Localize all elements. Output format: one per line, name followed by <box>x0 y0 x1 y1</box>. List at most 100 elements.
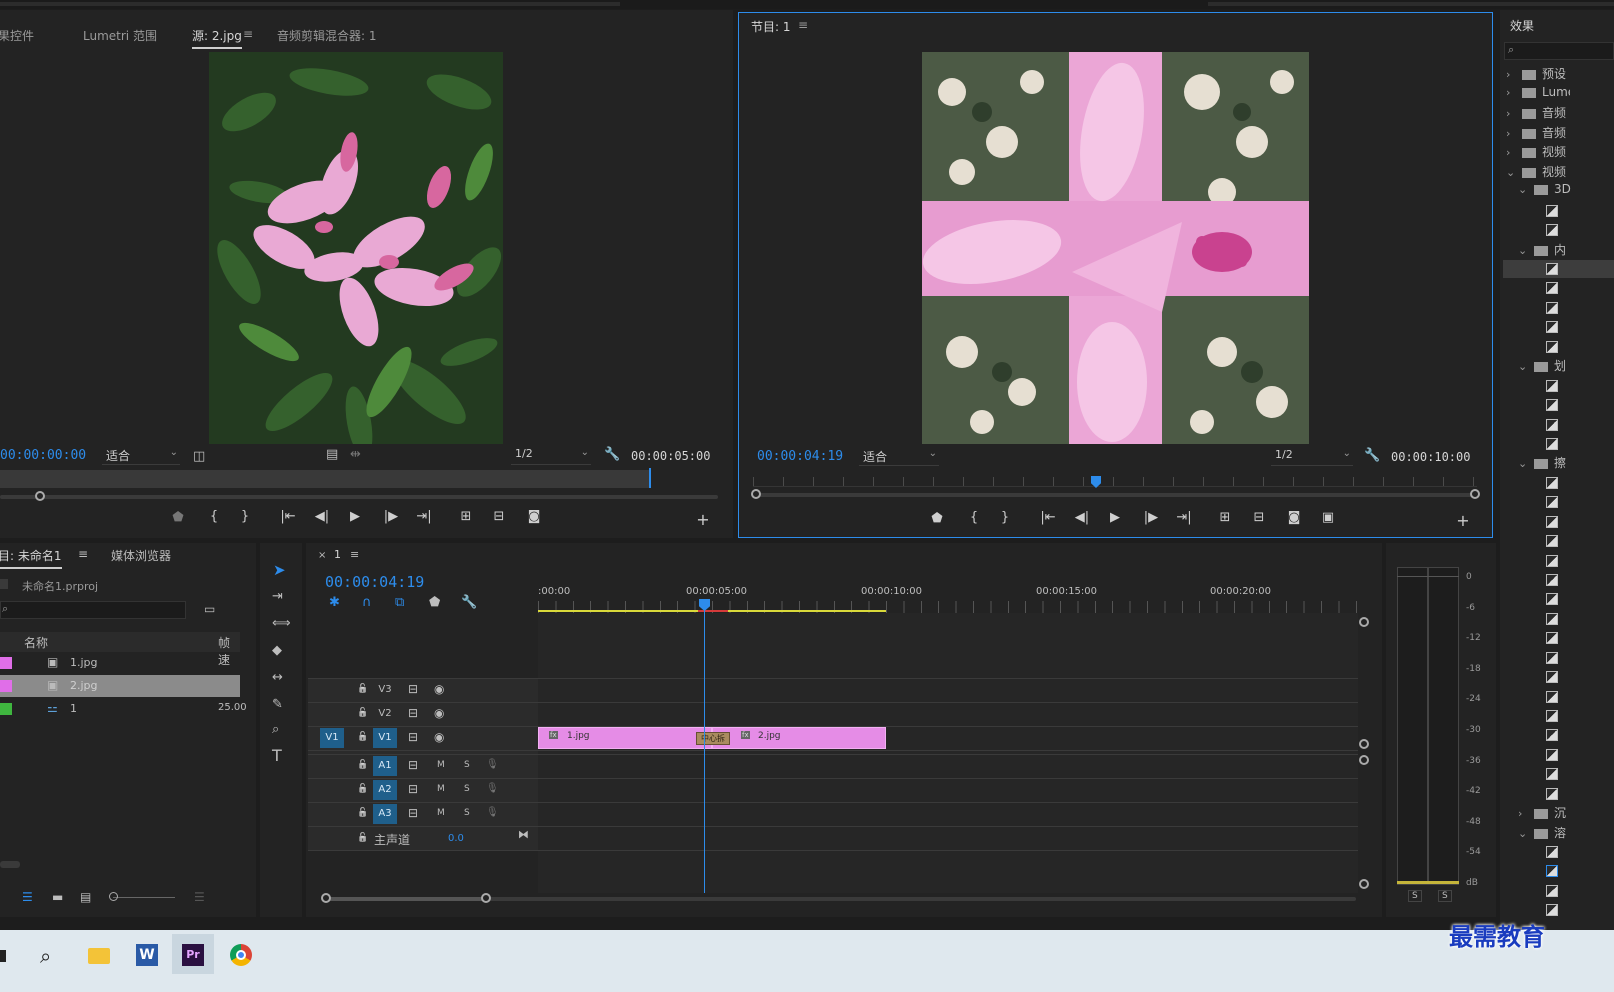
chevron-down-icon[interactable]: ⌄ <box>1518 244 1530 257</box>
add-marker-icon[interactable]: ⬟ <box>928 511 946 526</box>
transition-preset-icon[interactable] <box>1546 885 1558 897</box>
list-view-icon[interactable]: ☰ <box>22 890 33 904</box>
transition-preset-icon[interactable] <box>1546 380 1558 392</box>
source-fit-dropdown[interactable]: 适合 ⌄ <box>102 447 180 465</box>
transition-preset-icon[interactable] <box>1546 710 1558 722</box>
effects-folder-chen[interactable]: › 沉 <box>1518 804 1582 824</box>
chevron-down-icon[interactable]: ⌄ <box>1506 166 1518 179</box>
mark-out-icon[interactable]: } <box>996 510 1014 525</box>
program-zoom-bar[interactable] <box>753 493 1477 497</box>
scroll-handle-icon[interactable] <box>1359 755 1369 765</box>
tab-source[interactable]: 源: 2.jpg <box>192 27 242 49</box>
track-lock-icon[interactable]: 🔓 <box>357 684 368 694</box>
effects-search-input[interactable]: ⌕ <box>1504 42 1614 60</box>
label-color-swatch[interactable] <box>0 680 12 692</box>
sync-lock-icon[interactable]: ⊟ <box>408 682 418 696</box>
transition-preset-icon[interactable] <box>1546 302 1558 314</box>
step-back-icon[interactable]: ◀| <box>313 509 331 524</box>
chevron-down-icon[interactable]: ⌄ <box>1518 360 1530 373</box>
insert-clip-icon[interactable]: ▤ <box>326 448 338 462</box>
go-to-in-icon[interactable]: |⇤ <box>1039 510 1057 525</box>
play-icon[interactable]: ▶ <box>1106 510 1124 525</box>
settings-panel-icon[interactable]: ◫ <box>193 450 205 464</box>
start-icon[interactable] <box>0 950 6 962</box>
type-tool-icon[interactable]: T <box>272 748 282 764</box>
export-frame-icon[interactable]: ◙ <box>525 509 543 524</box>
project-list-item[interactable]: ▣ 1.jpg <box>0 652 240 674</box>
solo-button[interactable]: S <box>464 784 470 794</box>
microphone-icon[interactable]: 🎙 <box>486 759 499 770</box>
step-forward-icon[interactable]: |▶ <box>382 509 400 524</box>
transition-preset-icon[interactable] <box>1546 419 1558 431</box>
scroll-handle-icon[interactable] <box>1359 617 1369 627</box>
effects-folder-1[interactable]: › Lume <box>1506 85 1570 105</box>
scroll-handle-icon[interactable] <box>1359 879 1369 889</box>
effects-folder-rong[interactable]: ⌄ 溶 <box>1518 824 1582 844</box>
column-name[interactable]: 名称 <box>24 634 48 651</box>
zoom-handle-icon[interactable] <box>35 491 45 501</box>
project-list-item[interactable]: ⚍ 1 25.00 <box>0 698 247 720</box>
selection-tool-icon[interactable]: ➤ <box>273 563 286 578</box>
effects-folder-3[interactable]: › 音频 <box>1506 124 1570 144</box>
transition-preset-icon[interactable] <box>1546 341 1558 353</box>
sort-icon[interactable]: ☰ <box>194 890 205 904</box>
program-ruler[interactable] <box>753 477 1477 487</box>
drag-audio-icon[interactable]: ⇹ <box>350 448 361 462</box>
source-zoom-bar[interactable] <box>0 495 718 499</box>
track-lock-icon[interactable]: 🔓 <box>357 784 368 794</box>
program-timecode[interactable]: 00:00:04:19 <box>757 449 843 464</box>
export-frame-icon[interactable]: ◙ <box>1285 510 1303 525</box>
transition-preset-icon[interactable] <box>1546 477 1558 489</box>
eye-icon[interactable]: ◉ <box>434 730 444 744</box>
transition-preset-icon[interactable] <box>1546 282 1558 294</box>
chevron-right-icon[interactable]: › <box>1506 127 1518 140</box>
chevron-right-icon[interactable]: › <box>1506 86 1518 99</box>
track-target-v3[interactable]: V3 <box>373 680 397 700</box>
microphone-icon[interactable]: 🎙 <box>486 783 499 794</box>
project-menu-icon[interactable]: ≡ <box>78 547 88 561</box>
play-icon[interactable]: ▶ <box>346 509 364 524</box>
add-marker-icon[interactable]: ⬟ <box>429 596 440 610</box>
icon-view-icon[interactable]: ▬ <box>52 890 63 904</box>
eye-icon[interactable]: ◉ <box>434 706 444 720</box>
transition-preset-icon[interactable] <box>1546 671 1558 683</box>
timeline-tab[interactable]: 1 <box>334 548 341 561</box>
project-search-input[interactable]: ⌕ <box>0 601 186 619</box>
tab-audio-clip-mixer[interactable]: 音频剪辑混合器: 1 <box>277 27 377 44</box>
timeline-zoom-fill[interactable] <box>326 897 486 901</box>
tab-media-browser[interactable]: 媒体浏览器 <box>111 547 171 564</box>
sync-lock-icon[interactable]: ⊟ <box>408 758 418 772</box>
add-button-icon[interactable]: + <box>694 510 712 529</box>
track-lock-icon[interactable]: 🔓 <box>357 708 368 718</box>
sync-lock-icon[interactable]: ⊟ <box>408 806 418 820</box>
source-resolution-dropdown[interactable]: 1/2 ⌄ <box>511 447 591 465</box>
nest-toggle-icon[interactable]: ✱ <box>329 596 340 610</box>
snap-icon[interactable]: ∩ <box>362 596 372 610</box>
wrench-icon[interactable]: 🔧 <box>604 448 620 462</box>
tab-effect-controls[interactable]: 效果控件 <box>0 27 34 44</box>
transition-preset-icon[interactable] <box>1546 496 1558 508</box>
extract-icon[interactable]: ⊟ <box>1250 510 1268 525</box>
zoom-handle-right-icon[interactable] <box>1470 489 1480 499</box>
mute-button[interactable]: M <box>437 784 445 794</box>
mark-in-icon[interactable]: { <box>965 510 983 525</box>
effects-folder-2[interactable]: › 音频 <box>1506 104 1570 124</box>
transition-preset-icon[interactable] <box>1546 846 1558 858</box>
master-end-icon[interactable]: ⧓ <box>518 828 529 841</box>
transition-preset-icon[interactable] <box>1546 652 1558 664</box>
sync-lock-icon[interactable]: ⊟ <box>408 730 418 744</box>
solo-left-button[interactable]: S <box>1408 890 1422 902</box>
transition-preset-icon[interactable] <box>1546 749 1558 761</box>
chevron-right-icon[interactable]: › <box>1506 68 1518 81</box>
chevron-right-icon[interactable]: › <box>1506 107 1518 120</box>
transition-cross-wipe[interactable]: 中心拆 <box>696 732 730 745</box>
go-to-out-icon[interactable]: ⇥| <box>1175 510 1193 525</box>
source-playhead[interactable] <box>649 468 651 488</box>
transition-preset-icon[interactable] <box>1546 632 1558 644</box>
chevron-down-icon[interactable]: ⌄ <box>1518 827 1530 840</box>
transition-preset-icon[interactable] <box>1546 729 1558 741</box>
compare-view-icon[interactable]: ▣ <box>1319 510 1337 525</box>
lift-icon[interactable]: ⊞ <box>1216 510 1234 525</box>
chevron-right-icon[interactable]: › <box>1518 807 1530 820</box>
mark-out-icon[interactable]: } <box>236 509 254 524</box>
